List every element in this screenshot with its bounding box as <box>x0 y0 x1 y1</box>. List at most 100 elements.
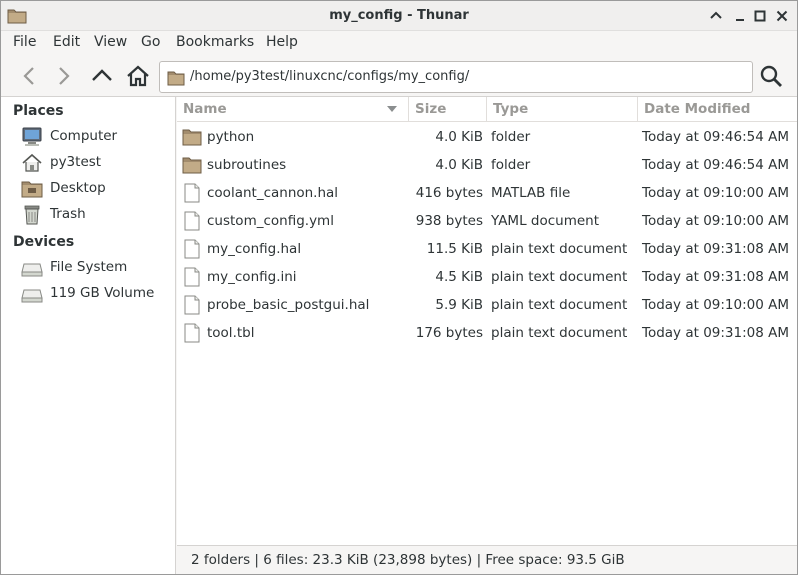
toolbar: /home/py3test/linuxcnc/configs/my_config… <box>1 55 797 97</box>
devices-heading: Devices <box>13 234 75 250</box>
sidebar-item-label: Desktop <box>50 180 106 196</box>
file-size: 416 bytes <box>415 185 483 201</box>
column-type[interactable]: Type <box>487 97 638 122</box>
window-title: my_config - Thunar <box>329 8 469 23</box>
column-name[interactable]: Name <box>177 97 409 122</box>
sidebar-item-label: py3test <box>50 154 102 170</box>
sidebar-item-volume[interactable]: 119 GB Volume <box>21 282 171 306</box>
file-row[interactable]: my_config.ini 4.5 KiB plain text document T… <box>177 263 797 291</box>
file-row[interactable]: probe_basic_postgui.hal 5.9 KiB plain text… <box>177 291 797 319</box>
column-date-modified[interactable]: Date Modified <box>638 97 797 122</box>
file-date-modified: Today at 09:31:08 AM <box>642 325 789 341</box>
file-row[interactable]: coolant_cannon.hal 416 bytes MATLAB file To… <box>177 179 797 207</box>
file-size: 176 bytes <box>415 325 483 341</box>
menu-go[interactable]: Go <box>141 34 160 50</box>
sidebar-item-file-system[interactable]: File System <box>21 256 171 280</box>
file-name: probe_basic_postgui.hal <box>207 297 370 313</box>
home-icon <box>22 153 42 172</box>
sidebar-item-home[interactable]: py3test <box>21 151 171 175</box>
computer-icon <box>22 127 42 146</box>
file-row[interactable]: subroutines 4.0 KiB folder Today at 09:46:5… <box>177 151 797 179</box>
location-bar[interactable]: /home/py3test/linuxcnc/configs/my_config… <box>159 61 753 93</box>
file-type: YAML document <box>491 213 600 229</box>
file-date-modified: Today at 09:31:08 AM <box>642 241 789 257</box>
file-name: custom_config.yml <box>207 213 334 229</box>
menu-edit[interactable]: Edit <box>53 34 80 50</box>
file-size: 4.0 KiB <box>435 157 483 173</box>
desktop-folder-icon <box>21 181 43 198</box>
file-size: 5.9 KiB <box>435 297 483 313</box>
file-size: 4.5 KiB <box>435 269 483 285</box>
folder-icon <box>167 71 185 86</box>
file-type: plain text document <box>491 269 628 285</box>
minimize-icon[interactable] <box>731 7 749 25</box>
text-file-icon <box>184 239 200 259</box>
status-text: 2 folders | 6 files: 23.3 KiB (23,898 by… <box>191 552 625 568</box>
file-date-modified: Today at 09:10:00 AM <box>642 297 789 313</box>
file-row[interactable]: custom_config.yml 938 bytes YAML document T… <box>177 207 797 235</box>
drive-icon <box>21 289 43 303</box>
trash-icon <box>24 205 40 225</box>
file-name: my_config.ini <box>207 269 297 285</box>
search-icon[interactable] <box>758 63 784 89</box>
sidebar-item-computer[interactable]: Computer <box>21 125 171 149</box>
file-date-modified: Today at 09:46:54 AM <box>642 129 789 145</box>
text-file-icon <box>184 267 200 287</box>
file-name: subroutines <box>207 157 287 173</box>
sidebar-item-label: 119 GB Volume <box>50 285 155 301</box>
file-date-modified: Today at 09:31:08 AM <box>642 269 789 285</box>
sidebar-item-label: File System <box>50 259 128 275</box>
maximize-icon[interactable] <box>751 7 769 25</box>
file-row[interactable]: tool.tbl 176 bytes plain text document Toda… <box>177 319 797 347</box>
folder-icon <box>182 157 202 174</box>
back-icon[interactable] <box>16 63 42 89</box>
file-row[interactable]: python 4.0 KiB folder Today at 09:46:54 AM <box>177 123 797 151</box>
menu-bar: File Edit View Go Bookmarks Help <box>1 31 797 55</box>
chevron-up-icon[interactable] <box>707 7 725 25</box>
home-icon[interactable] <box>125 63 151 89</box>
text-file-icon <box>184 211 200 231</box>
text-file-icon <box>184 323 200 343</box>
menu-bookmarks[interactable]: Bookmarks <box>176 34 254 50</box>
thunar-window: my_config - Thunar File Edit View Go Boo… <box>0 0 798 575</box>
menu-file[interactable]: File <box>13 34 36 50</box>
text-file-icon <box>184 295 200 315</box>
file-size: 4.0 KiB <box>435 129 483 145</box>
sidebar-item-label: Computer <box>50 128 118 144</box>
file-size: 938 bytes <box>415 213 483 229</box>
title-bar[interactable]: my_config - Thunar <box>1 1 797 31</box>
file-row[interactable]: my_config.hal 11.5 KiB plain text document… <box>177 235 797 263</box>
sidebar: Places Computer py3test Desktop Trash De… <box>1 97 176 574</box>
sidebar-item-trash[interactable]: Trash <box>21 203 171 227</box>
parent-folder-icon[interactable] <box>89 63 115 89</box>
close-icon[interactable] <box>773 7 791 25</box>
sidebar-item-label: Trash <box>50 206 86 222</box>
file-type: folder <box>491 157 531 173</box>
status-bar: 2 folders | 6 files: 23.3 KiB (23,898 by… <box>177 545 797 574</box>
forward-icon[interactable] <box>51 63 77 89</box>
file-size: 11.5 KiB <box>426 241 483 257</box>
file-type: folder <box>491 129 531 145</box>
drive-icon <box>21 263 43 277</box>
file-name: coolant_cannon.hal <box>207 185 339 201</box>
file-type: plain text document <box>491 325 628 341</box>
sort-down-icon <box>387 106 397 112</box>
file-type: plain text document <box>491 297 628 313</box>
menu-help[interactable]: Help <box>266 34 298 50</box>
file-list: Name Size Type Date Modified python 4.0 K… <box>177 97 797 545</box>
folder-icon <box>182 129 202 146</box>
location-path[interactable]: /home/py3test/linuxcnc/configs/my_config… <box>190 69 469 84</box>
column-header: Name Size Type Date Modified <box>177 97 797 122</box>
text-file-icon <box>184 183 200 203</box>
sidebar-item-desktop[interactable]: Desktop <box>21 177 171 201</box>
file-type: plain text document <box>491 241 628 257</box>
file-name: my_config.hal <box>207 241 302 257</box>
file-name: tool.tbl <box>207 325 255 341</box>
column-size[interactable]: Size <box>409 97 487 122</box>
file-date-modified: Today at 09:10:00 AM <box>642 185 789 201</box>
places-heading: Places <box>13 103 64 119</box>
file-date-modified: Today at 09:10:00 AM <box>642 213 789 229</box>
file-date-modified: Today at 09:46:54 AM <box>642 157 789 173</box>
file-name: python <box>207 129 255 145</box>
menu-view[interactable]: View <box>94 34 127 50</box>
